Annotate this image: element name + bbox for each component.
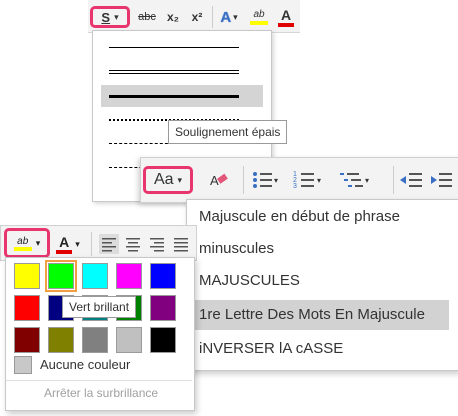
separator [6,380,192,381]
color-swatch[interactable] [14,295,40,321]
multilevel-list-icon: ▾ [340,173,369,187]
increase-indent-button[interactable] [429,166,457,194]
text-effects-icon: A [220,8,232,26]
clear-formatting-button[interactable]: A [205,166,235,194]
svg-text:▾: ▾ [274,176,278,185]
color-swatch[interactable] [150,263,176,289]
color-swatch[interactable] [116,327,142,353]
font-ribbon-right: Aa ▾ A ▾ 1 2 3 ▾ ▾ [140,157,458,203]
color-swatch[interactable] [150,295,176,321]
numbered-list-icon: 1 2 3 ▾ [293,171,321,190]
strikethrough-button[interactable]: abc [134,6,160,28]
multilevel-list-button[interactable]: ▾ [339,166,383,194]
case-sentence[interactable]: Majuscule en début de phrase [195,202,449,232]
eraser-icon: A [210,173,228,188]
align-right-icon [150,238,164,252]
case-capitalize-each-word[interactable]: 1re Lettre Des Mots En Majuscule [195,300,449,330]
separator [393,166,394,194]
underline-button[interactable]: S ▾ [90,6,130,28]
highlight-icon: ab [13,235,32,251]
font-color-bar [56,249,73,254]
align-left-icon [102,238,116,252]
font-color-glyph: A [59,233,70,250]
align-right-button[interactable] [147,234,167,254]
svg-text:▾: ▾ [365,176,369,185]
decrease-indent-button[interactable] [399,166,427,194]
align-left-button[interactable] [99,234,119,254]
svg-text:▾: ▾ [317,176,321,185]
highlight-color-bar [250,21,268,25]
svg-text:3: 3 [293,183,297,190]
chevron-down-icon: ▾ [35,237,41,248]
color-swatch[interactable] [45,260,77,292]
tooltip-color-name: Vert brillant [62,296,137,318]
font-ribbon-left: ab ▾ A ▾ [0,225,197,261]
case-uppercase[interactable]: MAJUSCULES [195,266,449,296]
highlight-icon: ab [253,9,265,20]
separator [243,166,244,194]
align-center-button[interactable] [123,234,143,254]
justify-button[interactable] [171,234,191,254]
subscript-button[interactable]: x₂ [162,6,184,28]
separator [212,6,213,28]
text-effects-button[interactable]: A ▾ [216,6,242,28]
case-toggle[interactable]: iNVERSER lA cASSE [195,334,449,364]
align-center-icon [126,238,140,252]
numbering-button[interactable]: 1 2 3 ▾ [293,166,335,194]
svg-text:A: A [210,173,219,188]
font-color-button[interactable]: A [274,6,298,28]
underline-single[interactable] [101,37,263,59]
font-ribbon-top: S ▾ abc x₂ x² A ▾ ab A [88,0,300,33]
color-swatch[interactable] [14,263,40,289]
font-color-bar [278,22,294,27]
separator [91,232,92,256]
highlight-button[interactable]: ab ▾ [4,228,50,258]
color-swatch[interactable] [48,327,74,353]
no-color-swatch[interactable] [14,356,32,374]
highlight-color-bar [13,246,32,251]
increase-indent-icon [431,173,452,187]
change-case-glyph: Aa [153,171,174,188]
color-swatch[interactable] [150,327,176,353]
underline-double[interactable] [101,61,263,83]
color-swatch[interactable] [82,327,108,353]
bullets-button[interactable]: ▾ [251,166,291,194]
chevron-down-icon: ▾ [233,11,238,22]
font-color-button[interactable]: A ▾ [53,232,83,256]
change-case-menu: Majuscule en début de phrase minuscules … [186,199,458,371]
decrease-indent-icon [400,173,422,187]
underline-thick[interactable] [101,85,263,107]
justify-icon [174,238,188,252]
case-lowercase[interactable]: minuscules [195,234,449,264]
color-swatch[interactable] [14,327,40,353]
underline-glyph: S [101,9,111,25]
highlight-glyph: ab [17,235,29,247]
color-swatch[interactable] [116,263,142,289]
no-color-option[interactable]: Aucune couleur [40,357,130,372]
tooltip-underline: Soulignement épais [168,120,288,144]
change-case-button[interactable]: Aa ▾ [143,166,193,194]
highlight-color-palette: Aucune couleur Arrêter la surbrillance [5,257,195,411]
bullet-list-icon: ▾ [253,172,278,188]
chevron-down-icon: ▾ [177,174,183,185]
stop-highlighting-option[interactable]: Arrêter la surbrillance [44,386,158,400]
highlight-button[interactable]: ab [244,6,274,28]
chevron-down-icon: ▾ [114,11,119,22]
chevron-down-icon: ▾ [75,238,80,249]
color-swatch[interactable] [82,263,108,289]
font-color-icon: A [280,6,292,23]
font-color-icon: A [56,233,73,254]
superscript-button[interactable]: x² [186,6,208,28]
